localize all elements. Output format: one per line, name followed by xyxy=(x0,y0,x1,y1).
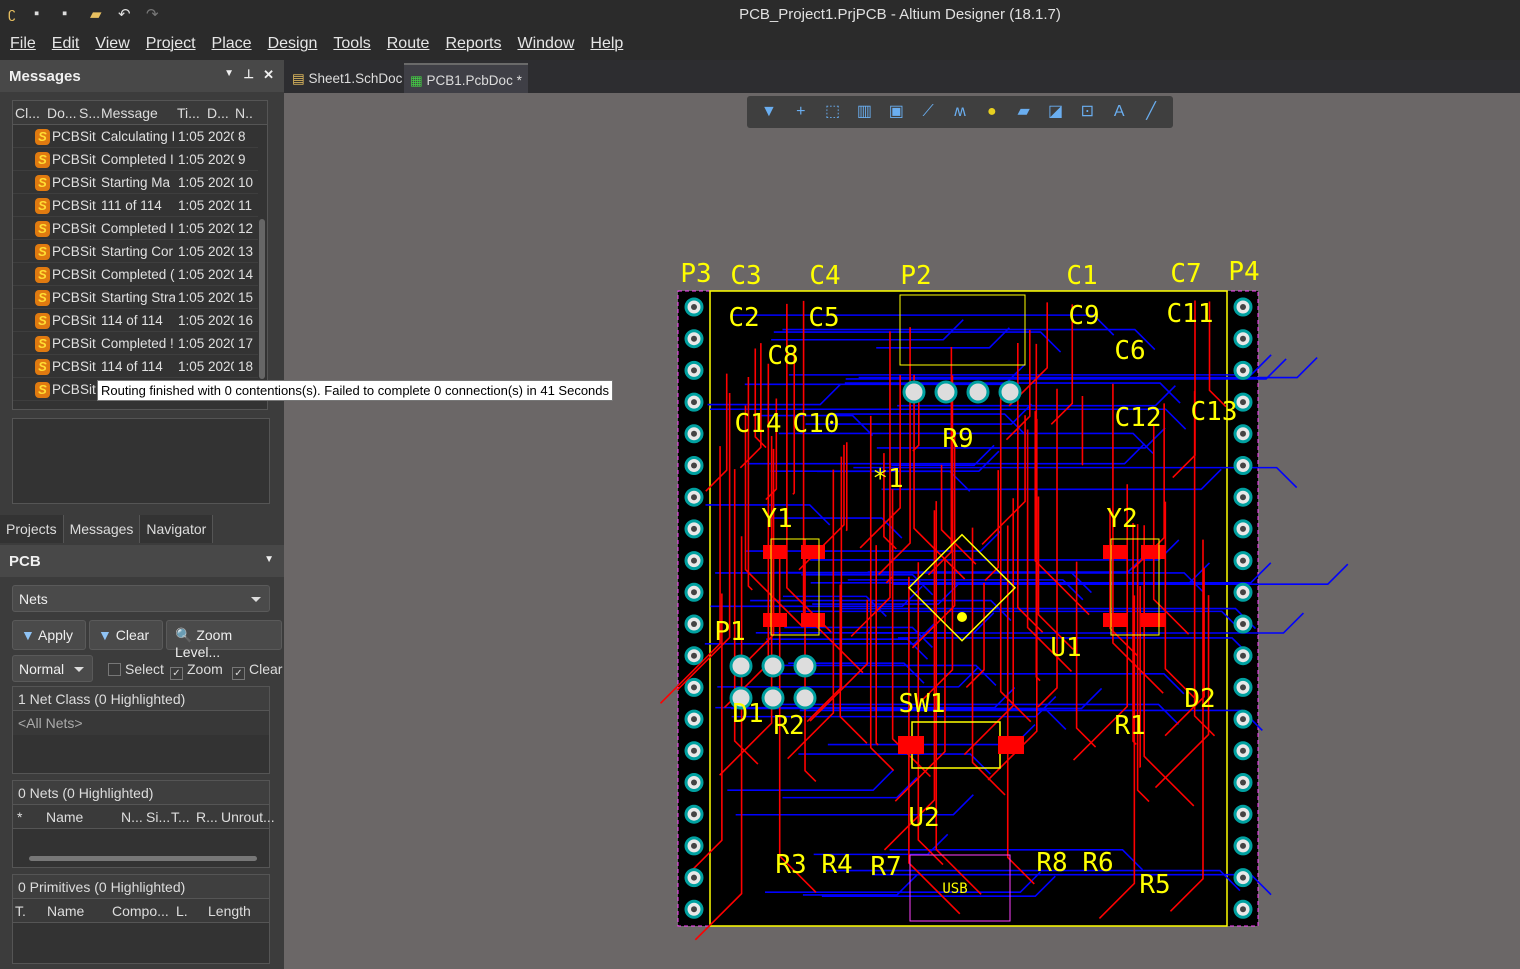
pad-hole xyxy=(691,304,697,310)
designator-label: C3 xyxy=(730,261,761,291)
pad-hole xyxy=(691,367,697,374)
pin1-marker xyxy=(957,612,967,622)
designator-label: C5 xyxy=(808,303,839,333)
designator-label: R5 xyxy=(1139,870,1170,900)
pad-hole xyxy=(691,525,697,532)
pad-hole xyxy=(1240,525,1246,532)
pad-hole xyxy=(1240,367,1246,374)
pad-hole xyxy=(1240,557,1246,564)
designator-label: C6 xyxy=(1114,336,1145,366)
p1-pad xyxy=(793,686,817,710)
pad-hole xyxy=(1240,652,1246,659)
p1-pad xyxy=(793,654,817,678)
smd-pad xyxy=(898,736,924,754)
pad-hole xyxy=(691,652,697,659)
pad-hole xyxy=(691,811,697,818)
smd-pad xyxy=(763,613,787,627)
pad-hole xyxy=(691,335,697,342)
designator-label: R9 xyxy=(942,424,973,454)
pad-hole xyxy=(1240,621,1246,627)
p1-pad xyxy=(729,654,753,678)
designator-label: C4 xyxy=(809,261,840,291)
designator-label: U1 xyxy=(1050,633,1081,663)
designator-label: C1 xyxy=(1066,261,1097,291)
pad-hole xyxy=(1240,779,1246,786)
designator-label: R7 xyxy=(870,852,901,882)
designator-label: R1 xyxy=(1114,711,1145,741)
pad-hole xyxy=(1240,399,1246,406)
designator-label: P4 xyxy=(1228,257,1259,287)
smd-pad xyxy=(801,613,825,627)
pad-hole xyxy=(1240,494,1246,501)
p2-pad xyxy=(998,380,1022,404)
smd-pad xyxy=(1141,545,1165,559)
pad-hole xyxy=(1240,716,1246,723)
designator-label: C10 xyxy=(793,409,840,439)
designator-label: C12 xyxy=(1115,403,1162,433)
designator-label: C8 xyxy=(767,341,798,371)
smd-pad xyxy=(1103,613,1127,627)
designator-label: P3 xyxy=(680,259,711,289)
pad-hole xyxy=(1240,811,1246,818)
top-trace xyxy=(845,442,848,532)
designator-label: R8 xyxy=(1036,848,1067,878)
smd-pad xyxy=(998,736,1024,754)
pad-hole xyxy=(1240,335,1246,342)
pad-hole xyxy=(691,589,697,596)
p1-pad xyxy=(761,686,785,710)
pad-hole xyxy=(1240,684,1246,691)
pcb-board[interactable]: P3 C3 C4 P2 C1 C7 P4 C2 C5 C9 C11 C8 C6 C14 C10 R9 C12 C1… xyxy=(0,0,1520,969)
designator-label: U2 xyxy=(908,803,939,833)
pad-hole xyxy=(1240,906,1246,913)
pad-hole xyxy=(1240,430,1246,437)
designator-label: *1 xyxy=(872,464,903,494)
pad-hole xyxy=(691,462,697,469)
pad-hole xyxy=(1240,874,1246,881)
pad-hole xyxy=(691,842,697,849)
p2-pad xyxy=(966,380,990,404)
designator-label: P2 xyxy=(900,261,931,291)
pad-hole xyxy=(691,684,697,691)
tooltip: Routing finished with 0 contentions(s). … xyxy=(97,380,614,401)
designator-label: R2 xyxy=(773,711,804,741)
designator-label: USB xyxy=(942,881,967,897)
designator-label: SW1 xyxy=(899,689,946,719)
designator-label: Y2 xyxy=(1106,504,1137,534)
pad-hole xyxy=(691,779,697,786)
pad-hole xyxy=(1240,842,1246,849)
smd-pad xyxy=(763,545,787,559)
smd-pad xyxy=(1103,545,1127,559)
pad-hole xyxy=(691,621,697,627)
pad-hole xyxy=(691,874,697,881)
designator-label: R4 xyxy=(821,850,852,880)
designator-label: D1 xyxy=(732,699,763,729)
designator-label: C14 xyxy=(735,409,782,439)
pad-hole xyxy=(1240,589,1246,596)
pad-hole xyxy=(691,716,697,723)
designator-label: C9 xyxy=(1068,301,1099,331)
pad-hole xyxy=(691,430,697,437)
designator-label: R6 xyxy=(1082,848,1113,878)
pad-hole xyxy=(1240,304,1246,310)
smd-pad xyxy=(1141,613,1165,627)
designator-label: C7 xyxy=(1170,259,1201,289)
designator-label: Y1 xyxy=(761,504,792,534)
designator-label: C11 xyxy=(1167,299,1214,329)
pad-hole xyxy=(691,557,697,564)
p2-pad xyxy=(934,380,958,404)
pad-hole xyxy=(691,747,697,754)
designator-label: C13 xyxy=(1191,397,1238,427)
smd-pad xyxy=(801,545,825,559)
designator-label: P1 xyxy=(714,617,745,647)
p1-pad xyxy=(761,654,785,678)
pad-hole xyxy=(691,494,697,501)
designator-label: C2 xyxy=(728,303,759,333)
pad-hole xyxy=(691,906,697,913)
pad-hole xyxy=(691,399,697,406)
designator-label: D2 xyxy=(1184,684,1215,714)
pad-hole xyxy=(1240,462,1246,469)
designator-label: R3 xyxy=(775,850,806,880)
pad-hole xyxy=(1240,747,1246,754)
p2-pad xyxy=(902,380,926,404)
